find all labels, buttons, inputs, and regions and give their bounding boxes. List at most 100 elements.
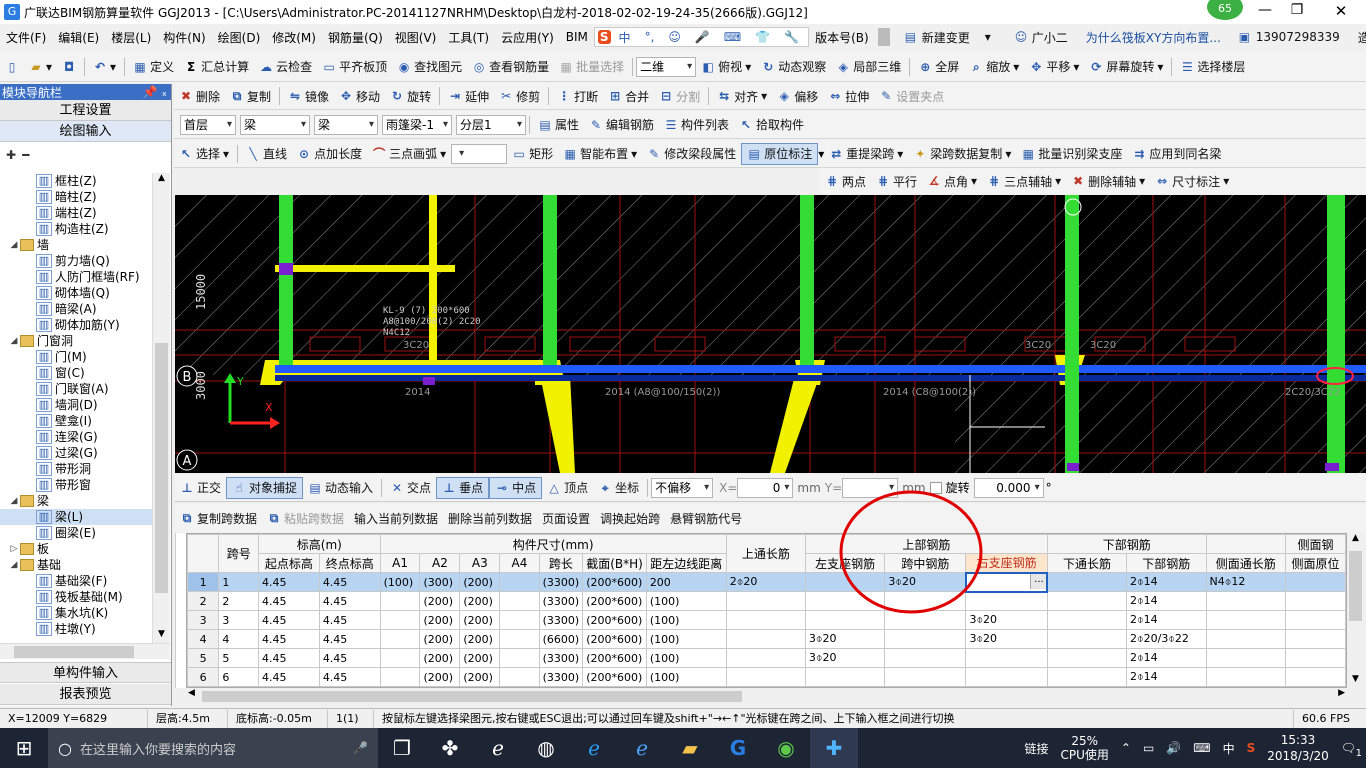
ime-indicator[interactable]: 中: [1223, 740, 1235, 757]
offset-select[interactable]: 不偏移: [651, 477, 714, 498]
menu-component[interactable]: 构件(N): [157, 29, 211, 46]
grid-cell[interactable]: [1285, 648, 1346, 668]
grid-cell[interactable]: (3300): [538, 648, 584, 668]
apply-same-name-button[interactable]: ⇉ 应用到同名梁: [1127, 143, 1226, 165]
tree-scrollbar[interactable]: ▲ ▼: [152, 173, 170, 643]
keyboard-icon[interactable]: ⌨: [718, 30, 747, 44]
grid-cell[interactable]: 2⌽14: [1126, 591, 1207, 611]
collapse-all-icon[interactable]: ━: [22, 148, 29, 162]
grid-cell[interactable]: [725, 610, 806, 630]
vertex-snap[interactable]: △ 顶点: [542, 477, 593, 499]
menu-view[interactable]: 视图(V): [389, 29, 443, 46]
offset-button[interactable]: ◈ 偏移: [772, 85, 823, 107]
grid-cell[interactable]: [1205, 648, 1287, 668]
grid-cell[interactable]: 4.45: [318, 629, 381, 649]
drawing-canvas[interactable]: B A 15000 3000 KL-9 (7) 200*600 A8@100/2…: [175, 195, 1366, 473]
grid-cell[interactable]: (200): [419, 591, 461, 611]
attributes-button[interactable]: ▤ 属性: [533, 114, 584, 136]
grid-cell[interactable]: (3300): [538, 610, 584, 630]
grid-cell[interactable]: 4.45: [258, 572, 320, 592]
column-header[interactable]: A3: [459, 553, 501, 573]
set-grip-button[interactable]: ✎ 设置夹点: [874, 85, 949, 107]
engineering-settings-button[interactable]: 工程设置: [0, 100, 171, 121]
view-rebar-button[interactable]: ◎ 查看钢筋量: [467, 56, 554, 78]
scroll-thumb[interactable]: [1349, 551, 1362, 621]
tree-item[interactable]: ◢ 基础: [0, 557, 152, 573]
tree-item[interactable]: ▥ 带形窗: [0, 477, 152, 493]
tree-item[interactable]: ▥ 壁龛(I): [0, 413, 152, 429]
delete-button[interactable]: ✖ 删除: [174, 85, 225, 107]
tree-item[interactable]: ▥ 暗梁(A): [0, 301, 152, 317]
grid-cell[interactable]: [725, 629, 806, 649]
grid-cell[interactable]: 3⌽20: [804, 648, 886, 668]
close-button[interactable]: ✕: [1326, 2, 1356, 20]
chevron-up-icon[interactable]: ⌃: [1121, 741, 1131, 755]
grid-cell[interactable]: [379, 610, 421, 630]
grid-cell[interactable]: [499, 610, 540, 630]
maximize-button[interactable]: ❐: [1282, 2, 1312, 18]
scroll-right-icon[interactable]: ▶: [1338, 688, 1345, 698]
keyboard-icon[interactable]: ⌨: [1193, 741, 1210, 755]
grid-cell[interactable]: [379, 629, 421, 649]
app-swirl-icon[interactable]: ◍: [522, 728, 570, 768]
microphone-icon[interactable]: 🎤: [689, 30, 716, 44]
grid-cell[interactable]: [499, 667, 540, 687]
hscroll-thumb[interactable]: [202, 691, 742, 702]
grid-cell[interactable]: [965, 648, 1048, 668]
grid-cell[interactable]: (200*600): [582, 591, 647, 611]
wrench-icon[interactable]: 🔧: [778, 30, 805, 44]
point-length-button[interactable]: ⊙ 点加长度: [292, 143, 367, 165]
grid-cell[interactable]: (100): [379, 572, 421, 592]
menu-file[interactable]: 文件(F): [0, 29, 52, 46]
grid-cell[interactable]: [1046, 610, 1128, 630]
sum-calc-button[interactable]: Σ 汇总计算: [179, 56, 254, 78]
sogou-tray-icon[interactable]: S: [1247, 741, 1256, 755]
scroll-thumb[interactable]: [155, 343, 168, 593]
grid-cell[interactable]: 3: [218, 610, 260, 630]
select-button[interactable]: ↖ 选择 ▾: [174, 143, 234, 165]
column-header[interactable]: A1: [379, 553, 421, 573]
grid-cell[interactable]: (3300): [538, 591, 584, 611]
grid-cell[interactable]: 200: [645, 572, 727, 592]
grid-cell[interactable]: 4.45: [318, 648, 381, 668]
grid-cell[interactable]: 2⌽14: [1126, 648, 1207, 668]
tree-item[interactable]: ▥ 砌体加筋(Y): [0, 317, 152, 333]
page-setup-button[interactable]: 页面设置: [537, 507, 595, 529]
tree-item[interactable]: ◢ 墙: [0, 237, 152, 253]
pan-button[interactable]: ✥ 平移 ▾: [1024, 56, 1084, 78]
active-app-icon[interactable]: ✚: [810, 728, 858, 768]
scroll-up-icon[interactable]: ▲: [1347, 533, 1364, 547]
grid-cell[interactable]: (200): [459, 610, 501, 630]
menu-bim[interactable]: BIM: [560, 30, 594, 44]
select-floor-button[interactable]: ☰ 选择楼层: [1175, 56, 1250, 78]
table-row[interactable]: 2 2 4.45 4.45 (200) (200) (3300) (200*600) (100)…: [187, 591, 1346, 611]
grid-cell[interactable]: (200): [459, 629, 501, 649]
table-row[interactable]: 3 3 4.45 4.45 (200) (200) (3300) (200*600) (100)…: [187, 610, 1346, 630]
tree-item[interactable]: ▥ 窗(C): [0, 365, 152, 381]
single-input-button[interactable]: 单构件输入: [0, 662, 171, 683]
grid-cell[interactable]: [499, 648, 540, 668]
grid-cell[interactable]: [379, 667, 421, 687]
grid-cell[interactable]: [1205, 610, 1287, 630]
grid-cell[interactable]: [1285, 591, 1346, 611]
align-button[interactable]: ⇆ 对齐 ▾: [712, 85, 772, 107]
sogou-icon[interactable]: S: [597, 30, 611, 44]
modify-span-button[interactable]: ✎ 修改梁段属性: [642, 143, 741, 165]
column-header[interactable]: 侧面原位: [1285, 553, 1346, 573]
tree-item[interactable]: ▥ 柱墩(Y): [0, 621, 152, 637]
split-button[interactable]: ⊟ 分割: [654, 85, 705, 107]
grid-cell[interactable]: (200): [459, 667, 501, 687]
dynamic-input-toggle[interactable]: ▤ 动态输入: [303, 477, 378, 499]
move-button[interactable]: ✥ 移动: [334, 85, 385, 107]
drawing-input-button[interactable]: 绘图输入: [0, 121, 171, 142]
layer-select[interactable]: 分层1: [456, 114, 526, 135]
undo-button[interactable]: ↶ ▾: [88, 56, 121, 78]
table-row[interactable]: 1 1 4.45 4.45 (100) (300) (200) (3300) (200*600)…: [187, 571, 1346, 593]
grid-cell[interactable]: [1205, 591, 1287, 611]
performance-badge[interactable]: 65: [1207, 0, 1243, 20]
view-button[interactable]: ◧ 俯视 ▾: [696, 56, 756, 78]
paste-span-data-button[interactable]: ⧉ 粘贴跨数据: [262, 507, 349, 529]
tree-item[interactable]: ▥ 构造柱(Z): [0, 221, 152, 237]
grid-cell[interactable]: [1285, 629, 1346, 649]
grid-cell[interactable]: (3300): [538, 572, 584, 592]
